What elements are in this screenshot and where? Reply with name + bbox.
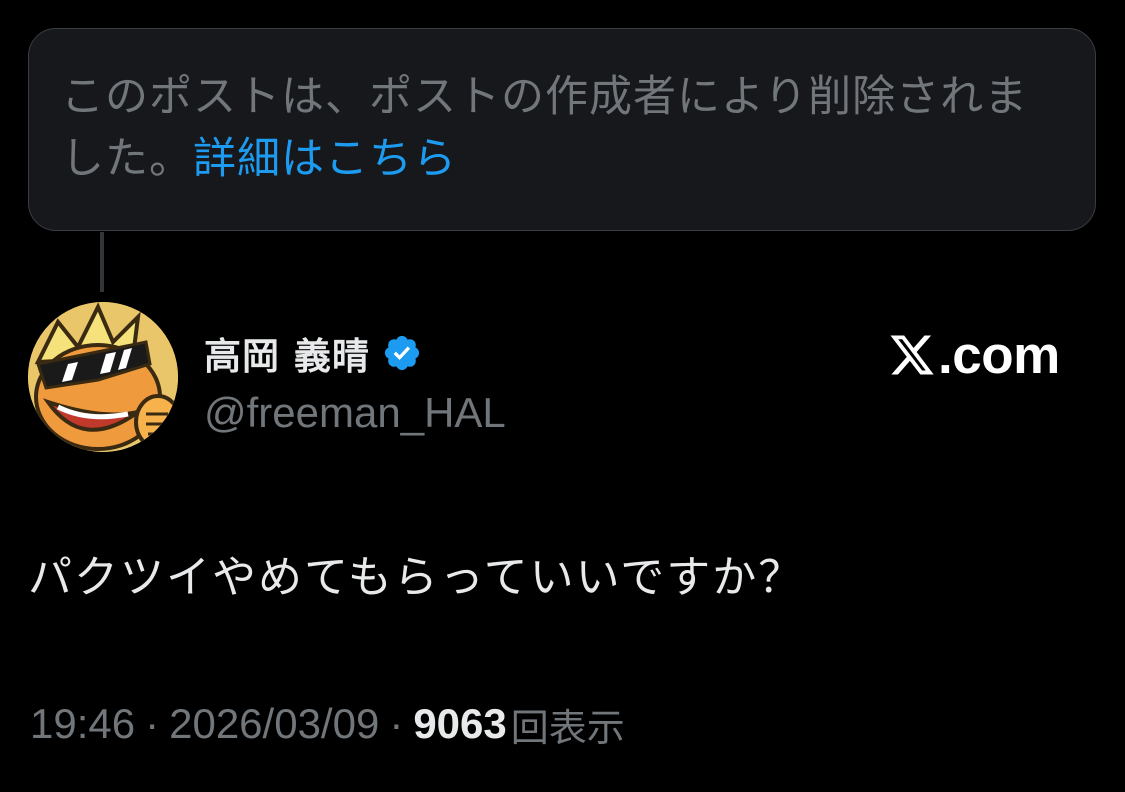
thread-connector-line	[100, 232, 104, 292]
deleted-post-notice: このポストは、ポストの作成者により削除されました。詳細はこちら	[28, 28, 1096, 231]
author-display-name[interactable]: 高岡 義晴	[204, 326, 370, 380]
views-label: 回表示	[510, 705, 625, 750]
post-time[interactable]: 19:46	[30, 700, 135, 748]
deleted-notice-text: このポストは、ポストの作成者により削除されました。詳細はこちら	[61, 66, 1061, 190]
author-name-row[interactable]: 高岡 義晴	[204, 326, 422, 380]
views-count[interactable]: 9063	[413, 700, 506, 748]
cartoon-avatar-icon	[28, 302, 178, 452]
meta-separator: ·	[145, 700, 160, 747]
x-logo-icon	[890, 335, 934, 375]
avatar[interactable]	[28, 302, 178, 452]
x-brand-logo: .com	[888, 322, 1060, 388]
author-handle[interactable]: @freeman_HAL	[204, 389, 506, 437]
verified-badge-icon	[384, 335, 419, 371]
post-metadata: 19:46 · 2026/03/09 · 9063 回表示	[30, 696, 625, 752]
learn-more-link[interactable]: 詳細はこちら	[193, 134, 457, 184]
x-domain-text: .com	[938, 325, 1060, 385]
post-text: パクツイやめてもらっていいですか？	[28, 552, 805, 603]
meta-separator: ·	[389, 700, 404, 747]
post-date[interactable]: 2026/03/09	[169, 700, 379, 748]
